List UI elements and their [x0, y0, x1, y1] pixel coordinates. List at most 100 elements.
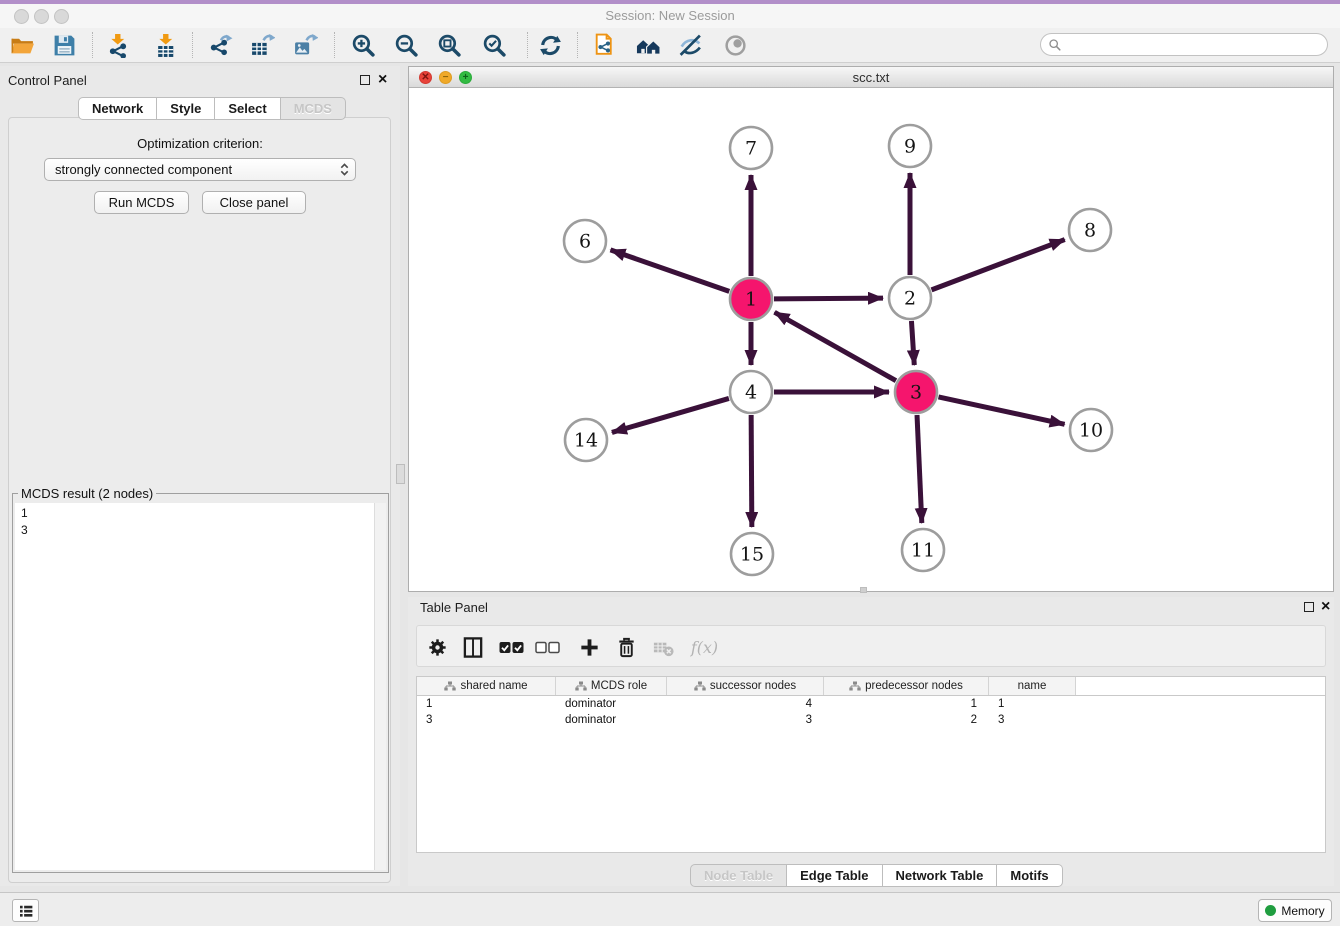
table-body: 1dominator4113dominator323	[417, 696, 1325, 728]
mcds-result-list[interactable]: 1 3	[15, 503, 386, 870]
column-layout-icon[interactable]	[459, 634, 487, 660]
node-1[interactable]: 1	[730, 278, 772, 320]
column-label: MCDS role	[591, 680, 647, 692]
clone-network-icon[interactable]	[590, 31, 618, 59]
control-panel-title: Control Panel	[8, 73, 87, 88]
tab-edge-table[interactable]: Edge Table	[787, 864, 882, 887]
edge-3-1[interactable]	[775, 312, 896, 380]
view-resize-handle[interactable]	[860, 587, 867, 593]
function-builder-icon: f(x)	[690, 634, 718, 660]
table-options-gear-icon[interactable]	[423, 634, 451, 660]
zoom-in-icon[interactable]	[349, 31, 377, 59]
zoom-out-icon[interactable]	[392, 31, 420, 59]
cell[interactable]: 4	[667, 696, 824, 712]
sitemap-icon	[444, 681, 456, 691]
node-label: 2	[904, 288, 916, 310]
edge-1-6[interactable]	[610, 250, 729, 292]
tab-network-table[interactable]: Network Table	[883, 864, 998, 887]
delete-column-icon[interactable]	[612, 634, 640, 660]
refresh-layout-icon[interactable]	[536, 31, 564, 59]
result-scrollbar[interactable]	[374, 503, 386, 870]
cell[interactable]: 2	[824, 712, 989, 728]
first-neighbors-icon[interactable]	[634, 31, 662, 59]
cell[interactable]: dominator	[556, 696, 667, 712]
node-8[interactable]: 8	[1069, 209, 1111, 251]
edge-3-10[interactable]	[938, 397, 1064, 424]
node-3[interactable]: 3	[895, 371, 937, 413]
search-box	[1040, 33, 1328, 56]
float-table-panel-icon[interactable]	[1304, 602, 1314, 612]
cell[interactable]: 1	[417, 696, 556, 712]
memory-button[interactable]: Memory	[1258, 899, 1332, 922]
zoom-fit-icon[interactable]	[435, 31, 463, 59]
save-session-icon[interactable]	[50, 31, 78, 59]
optimization-criterion-select[interactable]: strongly connected component	[44, 158, 356, 181]
node-4[interactable]: 4	[730, 371, 772, 413]
toolbar-separator	[92, 32, 93, 58]
node-15[interactable]: 15	[731, 533, 773, 575]
hide-details-icon[interactable]	[676, 31, 704, 59]
node-2[interactable]: 2	[889, 277, 931, 319]
cell[interactable]: 3	[989, 712, 1076, 728]
edge-2-8[interactable]	[932, 240, 1065, 290]
edge-3-11[interactable]	[917, 415, 922, 523]
tab-mcds[interactable]: MCDS	[281, 97, 346, 120]
edge-4-15[interactable]	[751, 415, 752, 527]
export-table-icon[interactable]	[248, 31, 276, 59]
node-14[interactable]: 14	[565, 419, 607, 461]
close-panel-button[interactable]: Close panel	[202, 191, 306, 214]
zoom-selected-icon[interactable]	[480, 31, 508, 59]
network-window-titlebar: ✕ − + scc.txt	[409, 67, 1333, 88]
node-table: shared name MCDS role successor nodes prede…	[416, 676, 1326, 853]
column-label: successor nodes	[710, 680, 796, 692]
show-details-icon[interactable]	[721, 31, 749, 59]
column-header-shared-name[interactable]: shared name	[417, 677, 556, 695]
unselect-all-columns-icon[interactable]	[534, 634, 562, 660]
cell[interactable]: dominator	[556, 712, 667, 728]
tab-motifs[interactable]: Motifs	[997, 864, 1062, 887]
edge-2-3[interactable]	[911, 321, 914, 365]
close-table-panel-icon[interactable]: ×	[1321, 601, 1330, 613]
column-header-MCDS-role[interactable]: MCDS role	[556, 677, 667, 695]
tab-style[interactable]: Style	[157, 97, 215, 120]
run-mcds-button[interactable]: Run MCDS	[94, 191, 189, 214]
tab-select[interactable]: Select	[215, 97, 280, 120]
tab-network[interactable]: Network	[78, 97, 157, 120]
node-9[interactable]: 9	[889, 125, 931, 167]
export-image-icon[interactable]	[291, 31, 319, 59]
cell[interactable]: 1	[989, 696, 1076, 712]
edge-1-2[interactable]	[774, 298, 883, 299]
select-all-columns-icon[interactable]	[498, 634, 526, 660]
float-panel-icon[interactable]	[360, 75, 370, 85]
network-canvas[interactable]: 7 9 6 8 1 2 4 3 14 10 15 11	[409, 88, 1333, 591]
column-header-name[interactable]: name	[989, 677, 1076, 695]
column-header-successor-nodes[interactable]: successor nodes	[667, 677, 824, 695]
task-history-button[interactable]	[12, 899, 39, 922]
tab-node-table[interactable]: Node Table	[690, 864, 787, 887]
search-icon	[1048, 38, 1062, 52]
node-6[interactable]: 6	[564, 220, 606, 262]
control-panel-tabs: NetworkStyleSelectMCDS	[78, 97, 346, 120]
search-input[interactable]	[1062, 35, 1327, 55]
column-header-filler	[1076, 677, 1325, 695]
open-session-icon[interactable]	[8, 31, 36, 59]
column-header-predecessor-nodes[interactable]: predecessor nodes	[824, 677, 989, 695]
mcds-result-title: MCDS result (2 nodes)	[18, 486, 156, 501]
node-label: 1	[745, 289, 757, 311]
panel-splitter-handle[interactable]	[396, 464, 405, 484]
node-11[interactable]: 11	[902, 529, 944, 571]
column-label: shared name	[460, 680, 527, 692]
add-column-icon[interactable]	[575, 634, 603, 660]
cell[interactable]: 3	[667, 712, 824, 728]
node-10[interactable]: 10	[1070, 409, 1112, 451]
import-table-icon[interactable]	[152, 31, 180, 59]
sitemap-icon	[575, 681, 587, 691]
export-network-icon[interactable]	[206, 31, 234, 59]
import-network-icon[interactable]	[104, 31, 132, 59]
close-panel-icon[interactable]: ×	[378, 74, 387, 86]
node-7[interactable]: 7	[730, 127, 772, 169]
cell[interactable]: 3	[417, 712, 556, 728]
node-label: 7	[745, 138, 757, 160]
edge-4-14[interactable]	[612, 398, 729, 432]
cell[interactable]: 1	[824, 696, 989, 712]
